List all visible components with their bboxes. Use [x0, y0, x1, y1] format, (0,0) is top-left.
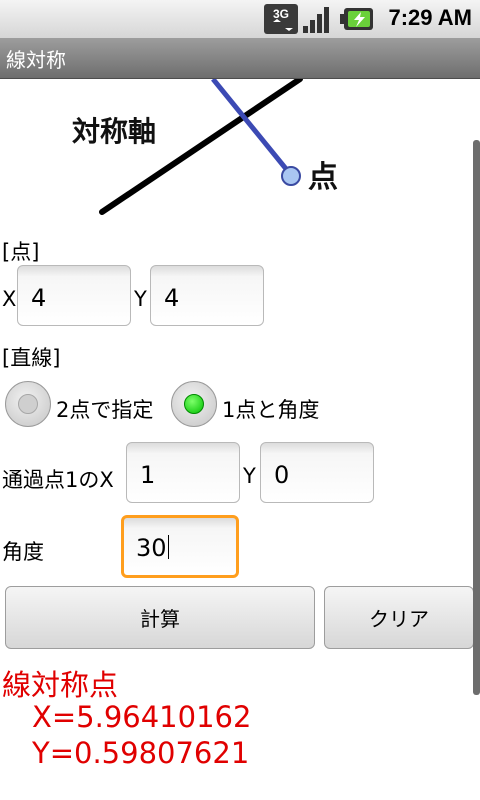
status-time: 7:29 AM [388, 5, 472, 30]
pass-point-y-label: Y [243, 464, 256, 488]
line-section-heading: [直線] [2, 346, 61, 370]
radio-two-points-label[interactable]: 2点で指定 [56, 394, 153, 424]
radio-two-points[interactable] [5, 381, 51, 427]
point-y-input[interactable]: 4 [150, 265, 264, 326]
pass-point-x-input[interactable]: 1 [126, 442, 240, 503]
radio-point-angle-label[interactable]: 1点と角度 [222, 394, 319, 424]
point-marker [281, 166, 301, 186]
status-bar: 3G 7:29 AM [0, 0, 480, 38]
clear-button[interactable]: クリア [324, 586, 474, 649]
symmetry-diagram: 対称軸 点 [72, 79, 338, 215]
result-x-value: X=5.96410162 [32, 700, 252, 734]
battery-charging-icon [340, 8, 373, 30]
angle-label: 角度 [2, 540, 44, 564]
point-x-input[interactable]: 4 [17, 265, 131, 326]
point-x-label: X [2, 287, 17, 311]
pass-point-x-label: 通過点1のX [2, 468, 114, 492]
calculate-button[interactable]: 計算 [5, 586, 315, 649]
result-title: 線対称点 [2, 668, 119, 702]
angle-input-value: 30 [136, 534, 167, 562]
radio-point-angle[interactable] [171, 381, 217, 427]
pass-point-y-input[interactable]: 0 [260, 442, 374, 503]
angle-input[interactable]: 30 [121, 515, 239, 578]
text-cursor [167, 535, 169, 559]
symmetry-axis-label: 対称軸 [72, 115, 156, 148]
point-section-heading: [点] [2, 240, 40, 264]
point-diagram-label: 点 [308, 160, 338, 195]
app-title: 線対称 [6, 48, 66, 72]
result-y-value: Y=0.59807621 [32, 736, 250, 770]
vertical-scrollbar[interactable] [473, 140, 480, 695]
app-title-bar: 線対称 [0, 38, 480, 79]
network-3g-icon: 3G [264, 4, 298, 34]
point-y-label: Y [134, 287, 147, 311]
network-3g-label: 3G [273, 7, 289, 21]
signal-strength-icon [303, 7, 329, 33]
